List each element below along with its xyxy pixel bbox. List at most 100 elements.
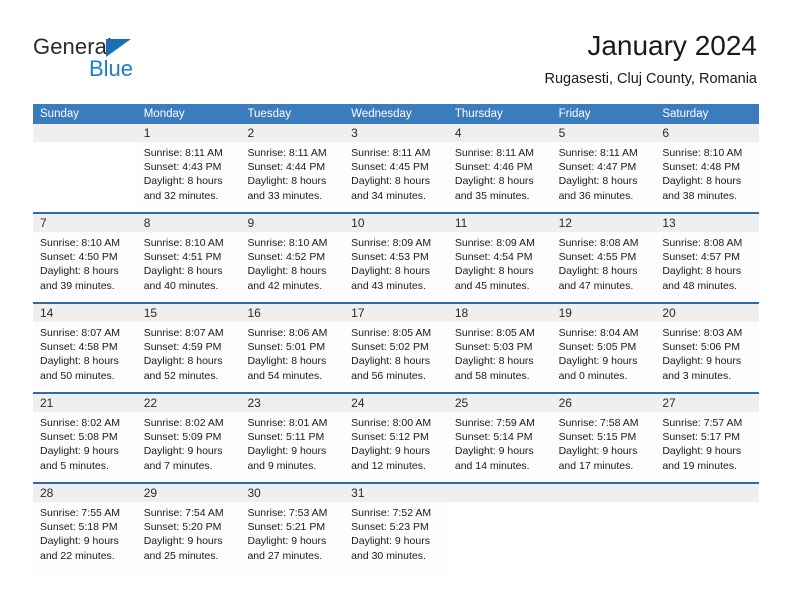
day-info-daylight: and 14 minutes. [454, 459, 530, 472]
day-cell-7[interactable]: Sunrise: 8:10 AM Sunset: 4:50 PM Daylight:… [33, 232, 137, 302]
day-info-sunrise: Sunrise: 8:10 AM [662, 147, 743, 159]
week-detail-band: Sunrise: 8:11 AM Sunset: 4:43 PM Daylight:… [33, 142, 760, 212]
day-info-daylight: Daylight: 9 hours [454, 445, 534, 458]
day-cell-11[interactable]: Sunrise: 8:09 AM Sunset: 4:54 PM Daylight:… [447, 232, 552, 302]
day-cell-23[interactable]: Sunrise: 8:01 AM Sunset: 5:11 PM Daylight:… [240, 412, 345, 482]
day-cell-8[interactable]: Sunrise: 8:10 AM Sunset: 4:51 PM Daylight:… [136, 232, 241, 302]
day-number-8[interactable]: 8 [137, 214, 241, 232]
day-cell-27[interactable]: Sunrise: 7:57 AM Sunset: 5:17 PM Daylight:… [655, 412, 760, 482]
day-info-sunrise: Sunrise: 8:05 AM [454, 327, 535, 339]
day-cell-14[interactable]: Sunrise: 8:07 AM Sunset: 4:58 PM Daylight:… [33, 322, 137, 392]
day-info-daylight: and 9 minutes. [247, 459, 317, 472]
day-cell-16[interactable]: Sunrise: 8:06 AM Sunset: 5:01 PM Daylight:… [240, 322, 345, 392]
day-number-9[interactable]: 9 [240, 214, 344, 232]
day-of-week-header-monday: Monday [143, 108, 185, 120]
page-subtitle: Rugasesti, Cluj County, Romania [544, 71, 758, 87]
day-number-11[interactable]: 11 [448, 214, 552, 232]
day-number-18[interactable]: 18 [448, 304, 552, 322]
day-number-4[interactable]: 4 [448, 124, 552, 142]
day-info-daylight: and 17 minutes. [558, 459, 634, 472]
day-info-sunset: Sunset: 4:54 PM [454, 251, 533, 264]
day-number-24[interactable]: 24 [344, 394, 448, 412]
day-number-27[interactable]: 27 [655, 394, 759, 412]
day-info-sunset: Sunset: 4:55 PM [558, 251, 637, 264]
week-date-number-band: 14 15 16 17 18 19 20 [33, 304, 759, 322]
day-number-3[interactable]: 3 [344, 124, 448, 142]
day-cell-24[interactable]: Sunrise: 8:00 AM Sunset: 5:12 PM Daylight:… [344, 412, 448, 482]
day-info-daylight: Daylight: 8 hours [143, 265, 223, 278]
day-cell-10[interactable]: Sunrise: 8:09 AM Sunset: 4:53 PM Daylight:… [344, 232, 448, 302]
day-number-17[interactable]: 17 [344, 304, 448, 322]
day-number-16[interactable]: 16 [240, 304, 344, 322]
day-cell-18[interactable]: Sunrise: 8:05 AM Sunset: 5:03 PM Daylight:… [447, 322, 552, 392]
day-cell-13[interactable]: Sunrise: 8:08 AM Sunset: 4:57 PM Daylight:… [655, 232, 760, 302]
day-number-25[interactable]: 25 [448, 394, 552, 412]
day-number-19[interactable]: 19 [552, 304, 656, 322]
day-number-31[interactable]: 31 [344, 484, 448, 502]
day-number-23[interactable]: 23 [240, 394, 344, 412]
day-info-daylight: and 22 minutes. [40, 549, 115, 562]
day-number-2[interactable]: 2 [240, 124, 344, 142]
day-number-5[interactable]: 5 [552, 124, 656, 142]
day-info-daylight: and 54 minutes. [247, 369, 323, 382]
day-number-7[interactable]: 7 [33, 214, 137, 232]
calendar-week-row: 21 22 23 24 25 26 27 Sunrise: 8:02 AM Sunset: 5:… [33, 392, 760, 482]
day-cell-29[interactable]: Sunrise: 7:54 AM Sunset: 5:20 PM Daylight:… [136, 502, 241, 572]
calendar-week-row: 1 2 3 4 5 6 Sunrise: 8:11 AM Sunset: 4:43 PM Day… [33, 124, 760, 212]
day-info-sunset: Sunset: 4:57 PM [662, 251, 740, 264]
day-number-21[interactable]: 21 [33, 394, 137, 412]
day-number-6[interactable]: 6 [655, 124, 759, 142]
day-cell-17[interactable]: Sunrise: 8:05 AM Sunset: 5:02 PM Daylight:… [344, 322, 448, 392]
day-cell-30[interactable]: Sunrise: 7:53 AM Sunset: 5:21 PM Daylight:… [240, 502, 345, 572]
day-info-sunrise: Sunrise: 8:10 AM [143, 237, 224, 249]
day-info-sunrise: Sunrise: 8:08 AM [662, 237, 743, 249]
day-cell-9[interactable]: Sunrise: 8:10 AM Sunset: 4:52 PM Daylight:… [240, 232, 345, 302]
day-info-sunset: Sunset: 5:11 PM [247, 431, 325, 444]
day-info-sunrise: Sunrise: 8:11 AM [247, 147, 327, 159]
day-info-sunset: Sunset: 4:51 PM [143, 251, 222, 264]
day-number-13[interactable]: 13 [655, 214, 759, 232]
day-info-sunset: Sunset: 4:46 PM [454, 161, 533, 174]
day-info-daylight: and 7 minutes. [143, 459, 213, 472]
day-info-daylight: Daylight: 8 hours [351, 265, 430, 278]
day-info-sunrise: Sunrise: 7:58 AM [558, 417, 639, 429]
day-cell-25[interactable]: Sunrise: 7:59 AM Sunset: 5:14 PM Daylight:… [447, 412, 552, 482]
day-cell-15[interactable]: Sunrise: 8:07 AM Sunset: 4:59 PM Daylight:… [136, 322, 241, 392]
day-cell-31[interactable]: Sunrise: 7:52 AM Sunset: 5:23 PM Daylight:… [344, 502, 448, 572]
day-info-sunrise: Sunrise: 7:55 AM [40, 507, 120, 519]
day-cell-21[interactable]: Sunrise: 8:02 AM Sunset: 5:08 PM Daylight:… [33, 412, 137, 482]
day-number-28[interactable]: 28 [33, 484, 137, 502]
day-cell-22[interactable]: Sunrise: 8:02 AM Sunset: 5:09 PM Daylight:… [136, 412, 241, 482]
day-cell-20[interactable]: Sunrise: 8:03 AM Sunset: 5:06 PM Daylight:… [655, 322, 760, 392]
day-cell-empty [447, 502, 552, 572]
day-number-29[interactable]: 29 [137, 484, 241, 502]
day-info-sunset: Sunset: 5:21 PM [247, 521, 326, 534]
day-number-22[interactable]: 22 [137, 394, 241, 412]
day-info-daylight: and 5 minutes. [40, 459, 109, 472]
day-number-12[interactable]: 12 [552, 214, 656, 232]
day-number-10[interactable]: 10 [344, 214, 448, 232]
day-number-15[interactable]: 15 [137, 304, 241, 322]
day-cell-2[interactable]: Sunrise: 8:11 AM Sunset: 4:44 PM Daylight:… [240, 142, 345, 212]
day-cell-5[interactable]: Sunrise: 8:11 AM Sunset: 4:47 PM Daylight:… [551, 142, 656, 212]
day-cell-4[interactable]: Sunrise: 8:11 AM Sunset: 4:46 PM Daylight:… [447, 142, 552, 212]
day-number-26[interactable]: 26 [552, 394, 656, 412]
day-info-daylight: Daylight: 9 hours [662, 445, 742, 458]
day-number-30[interactable]: 30 [240, 484, 344, 502]
day-cell-empty [33, 142, 137, 212]
day-cell-12[interactable]: Sunrise: 8:08 AM Sunset: 4:55 PM Daylight:… [551, 232, 656, 302]
day-cell-26[interactable]: Sunrise: 7:58 AM Sunset: 5:15 PM Daylight:… [551, 412, 656, 482]
day-number-14[interactable]: 14 [33, 304, 137, 322]
day-info-daylight: and 25 minutes. [143, 549, 219, 562]
day-cell-1[interactable]: Sunrise: 8:11 AM Sunset: 4:43 PM Daylight:… [136, 142, 241, 212]
day-cell-6[interactable]: Sunrise: 8:10 AM Sunset: 4:48 PM Daylight:… [655, 142, 760, 212]
page-header: General Blue January 2024 Rugasesti, Clu… [0, 0, 792, 104]
day-info-daylight: and 50 minutes. [40, 369, 115, 382]
day-number-1[interactable]: 1 [137, 124, 241, 142]
day-cell-empty [551, 502, 656, 572]
day-info-daylight: Daylight: 8 hours [351, 355, 430, 368]
day-number-20[interactable]: 20 [655, 304, 759, 322]
day-cell-3[interactable]: Sunrise: 8:11 AM Sunset: 4:45 PM Daylight:… [344, 142, 448, 212]
day-cell-28[interactable]: Sunrise: 7:55 AM Sunset: 5:18 PM Daylight:… [33, 502, 137, 572]
day-cell-19[interactable]: Sunrise: 8:04 AM Sunset: 5:05 PM Daylight:… [551, 322, 656, 392]
